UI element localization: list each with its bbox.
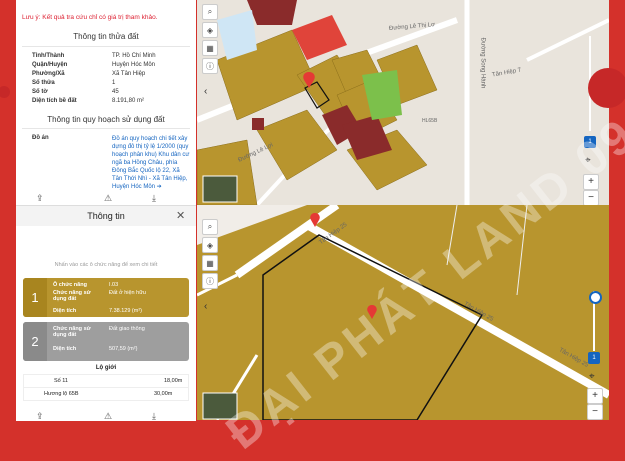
road-label: Đường Song Hành <box>479 37 486 89</box>
zone-key: Diện tích <box>53 308 77 314</box>
zoom-level: 1 <box>588 352 600 364</box>
road-label: HL65B <box>422 118 438 124</box>
zoom-handle[interactable] <box>589 291 602 304</box>
label-district: Quận/Huyện <box>32 62 68 68</box>
zone-key: Chức năng sử dụng đất <box>53 290 91 302</box>
value-ward: Xã Tân Hiệp <box>112 71 146 77</box>
parcel-info-panel: Lưu ý: Kết quả tra cứu chỉ có giá trị th… <box>16 0 196 205</box>
road-name: Số 11 <box>54 378 68 384</box>
road-width: 30,00m <box>154 391 173 397</box>
info-icon[interactable]: ⓘ <box>202 273 218 289</box>
label-parcel-number: Số thửa <box>32 80 55 86</box>
disclaimer-note: Lưu ý: Kết quả tra cứu chỉ có giá trị th… <box>22 14 158 21</box>
collapse-chevron-icon[interactable]: ‹ <box>204 86 207 97</box>
parcel-info-title: Thông tin thửa đất <box>73 32 139 41</box>
grid-icon[interactable]: ▦ <box>202 40 218 56</box>
value-parcel-number: 1 <box>112 80 116 86</box>
search-icon[interactable]: ⌕ <box>202 4 218 20</box>
zone-value: 507,59 (m²) <box>109 346 138 352</box>
lo-gioi-table: Số 11 18,00m Hương lộ 65B 30,00m <box>23 374 189 401</box>
popup-title: Thông tin <box>87 211 125 221</box>
collapse-chevron-icon[interactable]: ‹ <box>204 301 207 312</box>
road-width: 18,00m <box>164 378 183 384</box>
zoom-in-button[interactable]: + <box>587 388 603 404</box>
divider <box>22 128 190 129</box>
zone-card-1[interactable]: 1 Ô chức năng I.03 Chức năng sử dụng đất… <box>23 278 189 317</box>
share-icon[interactable]: ⇪ <box>36 193 44 204</box>
value-district: Huyện Hóc Môn <box>112 62 156 68</box>
label-project: Đồ án <box>32 135 49 141</box>
zone-key: Ô chức năng <box>53 282 87 288</box>
divider <box>22 46 190 47</box>
layers-icon[interactable]: ◈ <box>202 22 218 38</box>
zone-value: Đất ở hiện hữu <box>109 290 146 296</box>
road-name: Hương lộ 65B <box>44 391 79 397</box>
info-popup: Thông tin ✕ Nhấn vào các ô chức năng để … <box>16 205 196 421</box>
zone-value: Đất giao thông <box>109 326 145 332</box>
value-area: 8.191,80 m² <box>112 98 145 104</box>
search-icon[interactable]: ⌕ <box>202 219 218 235</box>
label-area: Diện tích bề đất <box>32 98 77 104</box>
table-row: Số 11 18,00m <box>23 374 189 388</box>
zone-key: Diện tích <box>53 346 77 352</box>
planning-info-title: Thông tin quy hoạch sử dụng đất <box>47 115 165 124</box>
value-sheet-number: 45 <box>112 89 119 95</box>
label-sheet-number: Số tờ <box>32 89 48 95</box>
popup-header: Thông tin ✕ <box>16 206 196 226</box>
label-province: Tỉnh/Thành <box>32 53 65 59</box>
zone-value: I.03 <box>109 282 119 288</box>
value-province: TP. Hồ Chí Minh <box>112 53 156 59</box>
project-link[interactable]: Đồ án quy hoạch chi tiết xây dựng đô thị… <box>112 135 190 191</box>
close-icon[interactable]: ✕ <box>176 209 185 222</box>
zone-key: Chức năng sử dụng đất <box>53 326 91 338</box>
locate-icon[interactable]: ⌖ <box>589 371 595 382</box>
zone-card-2[interactable]: 2 Chức năng sử dụng đất Đất giao thông D… <box>23 322 189 361</box>
layers-icon[interactable]: ◈ <box>202 237 218 253</box>
download-icon[interactable]: ⤓ <box>152 193 156 204</box>
zone-index: 1 <box>23 278 47 317</box>
grid-icon[interactable]: ▦ <box>202 255 218 271</box>
label-ward: Phường/Xã <box>32 71 65 77</box>
table-row: Hương lộ 65B 30,00m <box>23 388 189 401</box>
zoom-out-button[interactable]: − <box>587 404 603 420</box>
info-icon[interactable]: ⓘ <box>202 58 218 74</box>
popup-hint: Nhấn vào các ô chức năng để xem chi tiết <box>54 262 158 268</box>
zone-index: 2 <box>23 322 47 361</box>
warning-icon[interactable]: ⚠ <box>104 193 112 204</box>
lo-gioi-title: Lộ giới <box>95 365 117 371</box>
zone-value: 7.38.129 (m²) <box>109 308 143 314</box>
decor-circle <box>0 86 10 98</box>
